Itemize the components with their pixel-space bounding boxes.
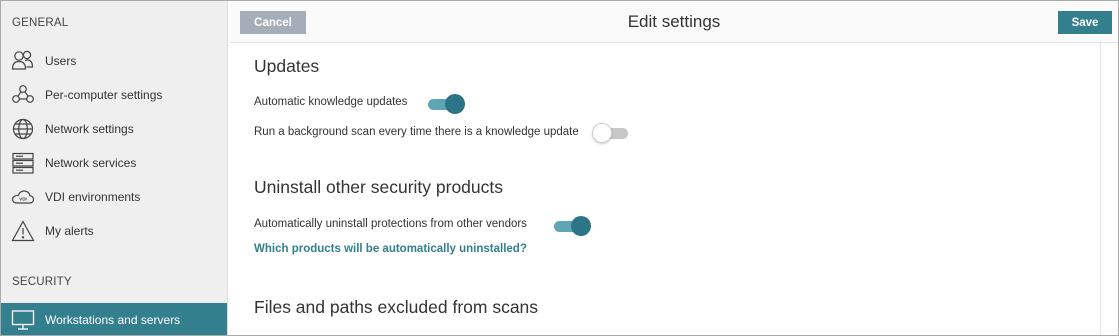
sidebar-item-network-settings[interactable]: Network settings bbox=[1, 112, 227, 146]
sidebar-section-general: GENERAL bbox=[12, 17, 69, 29]
header-bar: Edit settings Cancel Save bbox=[229, 1, 1118, 43]
section-heading-uninstall: Uninstall other security products bbox=[254, 177, 503, 197]
background-scan-label: Run a background scan every time there i… bbox=[254, 126, 579, 138]
cancel-button[interactable]: Cancel bbox=[240, 11, 306, 34]
vdi-cloud-icon: VDI bbox=[10, 184, 36, 210]
server-icon bbox=[10, 150, 36, 176]
per-computer-settings-icon bbox=[10, 82, 36, 108]
sidebar-item-workstations-and-servers[interactable]: Workstations and servers bbox=[1, 303, 227, 335]
sidebar-item-label: Network settings bbox=[45, 122, 134, 136]
sidebar-item-vdi-environments[interactable]: VDI VDI environments bbox=[1, 180, 227, 214]
sidebar-item-label: Workstations and servers bbox=[45, 313, 181, 327]
sidebar-item-label: Users bbox=[45, 54, 77, 68]
auto-uninstall-label: Automatically uninstall protections from… bbox=[254, 218, 527, 230]
content-scroll-divider bbox=[1100, 43, 1101, 335]
globe-icon bbox=[10, 116, 36, 142]
settings-content: Updates Automatic knowledge updates Run … bbox=[241, 43, 1091, 335]
sidebar-item-label: Network services bbox=[45, 156, 137, 170]
svg-text:VDI: VDI bbox=[19, 197, 27, 202]
sidebar: GENERAL Users Per-computer settings Netw… bbox=[1, 1, 228, 335]
save-button[interactable]: Save bbox=[1058, 11, 1112, 34]
auto-knowledge-updates-label: Automatic knowledge updates bbox=[254, 96, 408, 108]
section-heading-updates: Updates bbox=[254, 56, 320, 76]
section-heading-exclusions: Files and paths excluded from scans bbox=[254, 297, 539, 317]
sidebar-item-network-services[interactable]: Network services bbox=[1, 146, 227, 180]
sidebar-item-users[interactable]: Users bbox=[1, 44, 227, 78]
sidebar-section-security: SECURITY bbox=[12, 276, 72, 288]
warning-icon bbox=[10, 218, 36, 244]
sidebar-item-per-computer-settings[interactable]: Per-computer settings bbox=[1, 78, 227, 112]
sidebar-item-my-alerts[interactable]: My alerts bbox=[1, 214, 227, 248]
background-scan-toggle[interactable] bbox=[592, 122, 632, 144]
users-icon bbox=[10, 48, 36, 74]
monitor-icon bbox=[10, 307, 36, 333]
sidebar-item-label: Per-computer settings bbox=[45, 88, 163, 102]
sidebar-item-label: VDI environments bbox=[45, 190, 141, 204]
page-title: Edit settings bbox=[627, 12, 721, 31]
auto-knowledge-updates-toggle[interactable] bbox=[426, 93, 466, 115]
uninstalled-products-link[interactable]: Which products will be automatically uni… bbox=[254, 243, 527, 255]
settings-window: GENERAL Users Per-computer settings Netw… bbox=[0, 0, 1119, 336]
sidebar-item-label: My alerts bbox=[45, 224, 94, 238]
auto-uninstall-toggle[interactable] bbox=[552, 215, 592, 237]
